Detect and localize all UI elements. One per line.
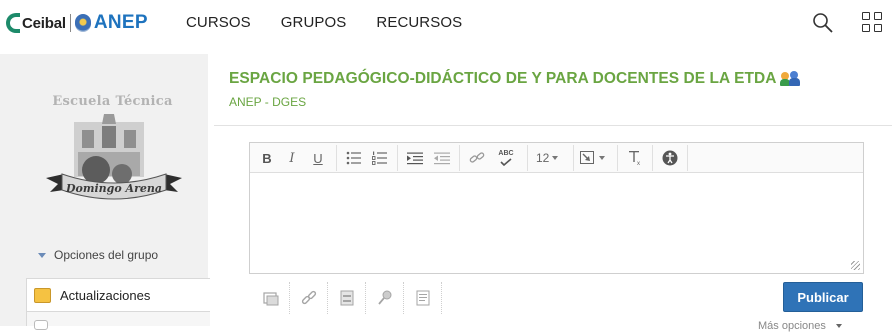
attachment-toolbar <box>252 282 442 314</box>
apps-grid-icon[interactable] <box>862 12 882 32</box>
logo-divider <box>69 14 71 32</box>
school-logo-ribbon-text: Domingo Arena <box>65 182 162 195</box>
sticky-note-icon <box>34 287 51 303</box>
attach-image-button[interactable] <box>252 282 290 314</box>
triangle-down-icon <box>38 252 46 258</box>
font-size-value: 12 <box>536 151 550 165</box>
group-options-label: Opciones del grupo <box>54 248 159 262</box>
sidebar-item-label: Actualizaciones <box>60 287 151 303</box>
indent-icon[interactable] <box>404 147 426 169</box>
toolbar-separator <box>687 145 688 171</box>
top-navigation-bar: Ceibal ANEP CURSOS GRUPOS RECURSOS <box>0 0 892 46</box>
group-options-toggle[interactable]: Opciones del grupo <box>38 248 158 262</box>
more-options-toggle[interactable]: Más opciones <box>758 320 842 332</box>
page-subtitle: ANEP - DGES <box>229 95 307 109</box>
toolbar-separator <box>459 145 460 171</box>
sidebar-item-next[interactable] <box>26 312 210 330</box>
apps-grid-cell <box>874 24 882 32</box>
microphone-icon <box>377 290 391 305</box>
uruguay-shield-icon <box>74 14 91 32</box>
ceibal-c-icon <box>6 13 20 33</box>
publish-button[interactable]: Publicar <box>783 282 863 312</box>
document-icon <box>416 290 429 306</box>
toolbar-separator <box>397 145 398 171</box>
page-title: ESPACIO PEDAGÓGICO-DIDÁCTICO DE Y PARA D… <box>229 70 801 88</box>
main-nav: CURSOS GRUPOS RECURSOS <box>186 14 462 31</box>
remove-format-icon[interactable]: x <box>624 147 646 169</box>
editor-toolbar: B I U ABC 12 x <box>250 143 863 173</box>
post-editor: B I U ABC 12 x <box>249 142 864 274</box>
chevron-down-icon <box>599 156 605 160</box>
ceibal-anep-logo[interactable]: Ceibal ANEP <box>6 10 148 36</box>
spellcheck-button[interactable]: ABC <box>494 147 518 169</box>
attach-file-button[interactable] <box>328 282 366 314</box>
header-divider <box>214 125 892 126</box>
page-title-text: ESPACIO PEDAGÓGICO-DIDÁCTICO DE Y PARA D… <box>229 70 777 87</box>
file-cabinet-icon <box>340 290 353 306</box>
nav-recursos[interactable]: RECURSOS <box>376 14 462 31</box>
outdent-icon[interactable] <box>431 147 453 169</box>
link-icon <box>301 290 316 305</box>
toolbar-separator <box>573 145 574 171</box>
apps-grid-cell <box>862 24 870 32</box>
toolbar-separator <box>652 145 653 171</box>
ceibal-wordmark: Ceibal <box>22 14 66 32</box>
search-icon[interactable] <box>812 12 834 34</box>
nav-cursos[interactable]: CURSOS <box>186 14 251 31</box>
apps-grid-cell <box>874 12 882 20</box>
attach-document-button[interactable] <box>404 282 442 314</box>
post-text-area[interactable] <box>250 174 863 273</box>
text-color-icon <box>580 151 594 164</box>
group-people-icon <box>780 71 801 87</box>
italic-button[interactable]: I <box>284 147 300 169</box>
nav-grupos[interactable]: GRUPOS <box>281 14 347 31</box>
numbered-list-icon[interactable] <box>369 147 391 169</box>
attach-audio-button[interactable] <box>366 282 404 314</box>
font-size-select[interactable]: 12 <box>536 147 559 169</box>
spellcheck-label: ABC <box>498 150 514 157</box>
school-emblem-image <box>44 112 184 212</box>
school-logo-title: Escuela Técnica <box>52 94 173 109</box>
link-icon[interactable] <box>466 147 488 169</box>
toolbar-separator <box>336 145 337 171</box>
chat-bubble-icon <box>34 320 48 330</box>
chevron-down-icon <box>835 324 842 329</box>
sidebar-item-updates[interactable]: Actualizaciones <box>26 278 210 312</box>
toolbar-separator <box>617 145 618 171</box>
resize-handle-icon[interactable] <box>851 261 860 270</box>
chevron-down-icon <box>552 156 559 160</box>
accessibility-icon[interactable] <box>659 147 681 169</box>
bold-button[interactable]: B <box>258 147 276 169</box>
text-color-select[interactable] <box>580 147 605 169</box>
bulleted-list-icon[interactable] <box>343 147 365 169</box>
apps-grid-cell <box>862 12 870 20</box>
anep-wordmark: ANEP <box>93 12 148 33</box>
checkmark-icon <box>500 158 512 166</box>
underline-button[interactable]: U <box>309 147 327 169</box>
toolbar-separator <box>527 145 528 171</box>
attach-link-button[interactable] <box>290 282 328 314</box>
svg-text:x: x <box>637 161 640 166</box>
image-icon <box>262 292 278 306</box>
more-options-label: Más opciones <box>758 320 826 332</box>
